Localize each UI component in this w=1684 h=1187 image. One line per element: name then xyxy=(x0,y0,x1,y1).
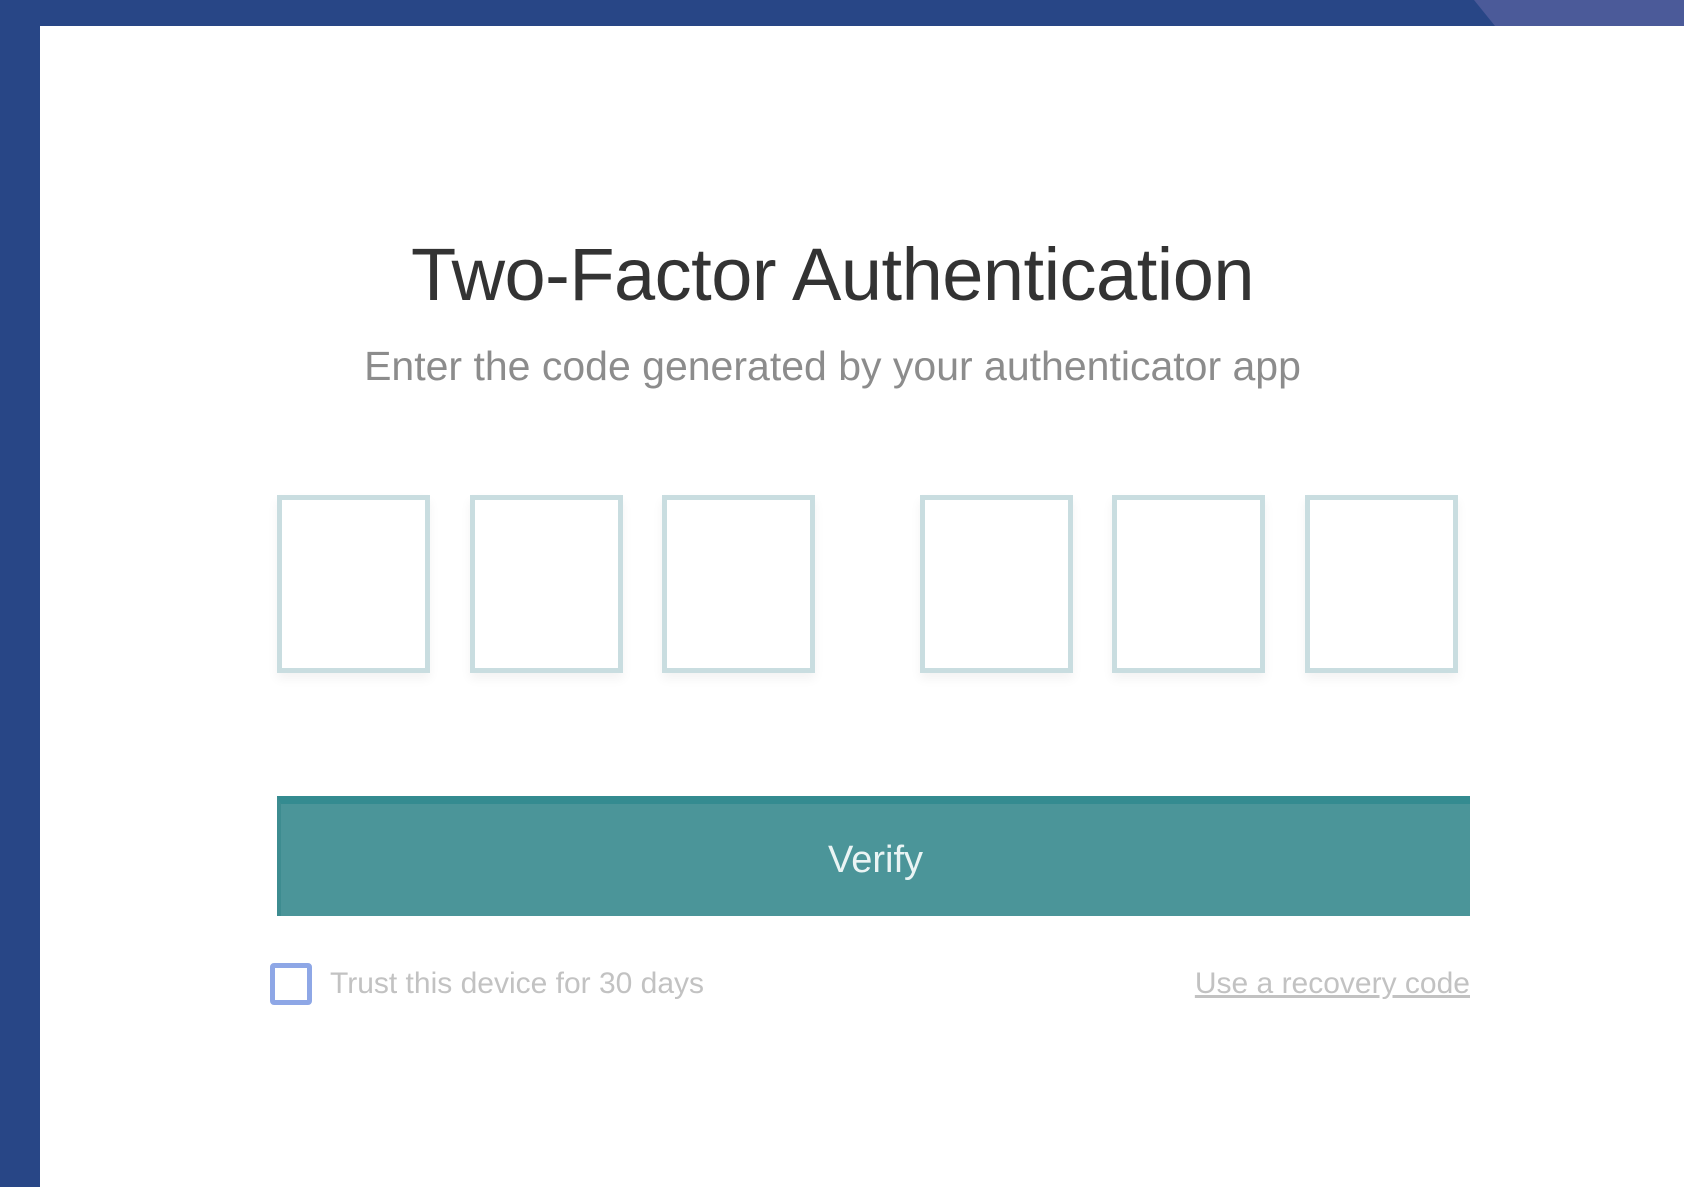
code-digit-3[interactable] xyxy=(662,495,815,673)
trust-device-checkbox[interactable] xyxy=(270,963,312,1005)
trust-device-label: Trust this device for 30 days xyxy=(330,967,705,1000)
code-digit-4[interactable] xyxy=(920,495,1073,673)
recovery-code-link[interactable]: Use a recovery code xyxy=(1195,969,1470,999)
top-frame-bar xyxy=(0,0,1684,26)
page-title: Two-Factor Authentication xyxy=(410,232,1255,316)
code-digit-6[interactable] xyxy=(1305,495,1458,673)
corner-accent xyxy=(1474,0,1684,26)
verify-button[interactable]: Verify xyxy=(277,796,1470,916)
page-subtitle: Enter the code generated by your authent… xyxy=(364,343,1301,389)
code-digit-5[interactable] xyxy=(1112,495,1265,673)
code-digit-2[interactable] xyxy=(470,495,623,673)
code-digit-1[interactable] xyxy=(277,495,430,673)
